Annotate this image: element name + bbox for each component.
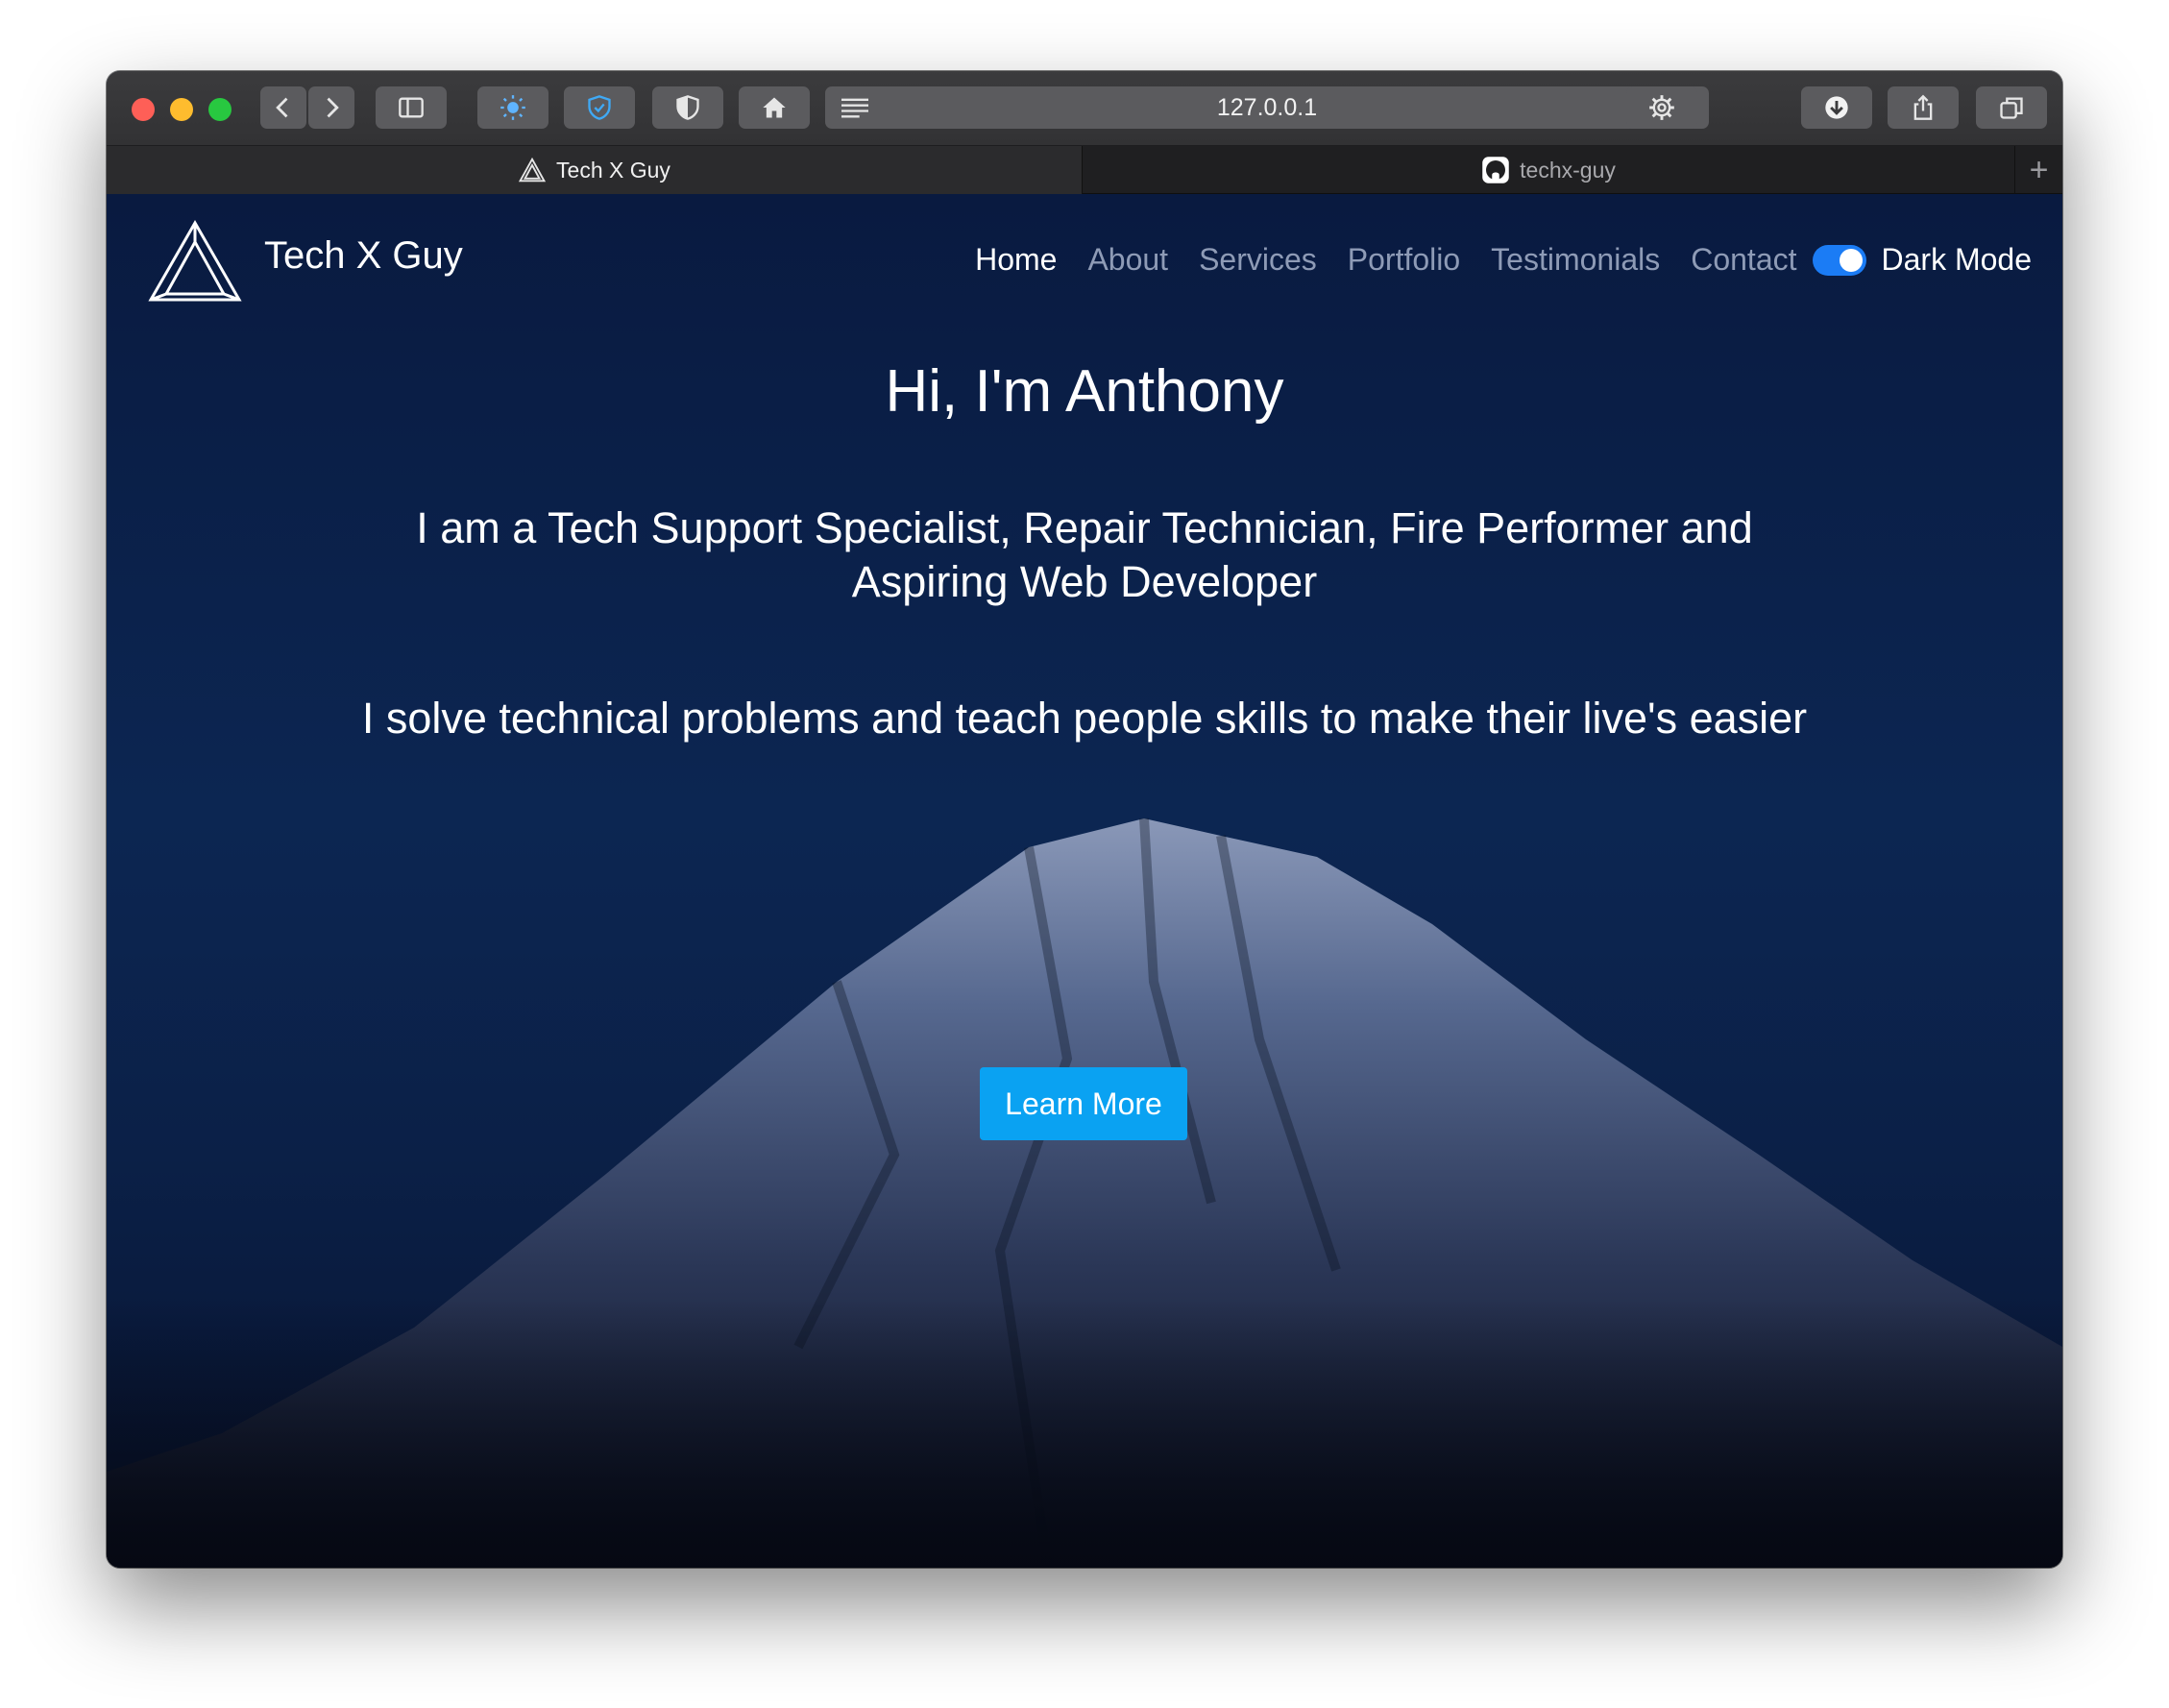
share-button[interactable] <box>1888 86 1959 129</box>
tab-bar: Tech X Guy techx-guy + <box>107 146 2062 194</box>
download-icon <box>1825 96 1848 119</box>
home-icon <box>763 97 786 118</box>
learn-more-button[interactable]: Learn More <box>980 1067 1187 1140</box>
dark-mode-toggle[interactable] <box>1812 244 1866 276</box>
sidebar-icon <box>399 97 424 118</box>
back-button[interactable] <box>260 86 306 129</box>
shield-check-icon <box>588 95 611 120</box>
dark-mode-label: Dark Mode <box>1881 242 2033 277</box>
main-nav: Home About Services Portfolio Testimonia… <box>944 242 2032 278</box>
close-window-button[interactable] <box>132 98 155 121</box>
chevron-right-icon <box>327 97 339 118</box>
nav-link-contact[interactable]: Contact <box>1691 242 1796 278</box>
share-icon <box>1913 94 1933 120</box>
tab-tech-x-guy[interactable]: Tech X Guy <box>107 146 1083 194</box>
triangle-logo-icon <box>518 157 547 183</box>
minimize-window-button[interactable] <box>170 98 193 121</box>
dark-reader-extension-button[interactable] <box>477 86 548 129</box>
tab-techx-guy[interactable]: techx-guy <box>1083 146 2014 194</box>
nav-link-testimonials[interactable]: Testimonials <box>1491 242 1660 278</box>
tabs-icon <box>2000 97 2023 119</box>
triangle-logo-icon <box>148 219 242 302</box>
settings-extension-button[interactable] <box>1626 86 1697 129</box>
reader-mode-icon[interactable] <box>839 94 871 121</box>
tab-label: Tech X Guy <box>556 157 670 183</box>
new-tab-button[interactable]: + <box>2014 146 2062 194</box>
browser-window: 127.0.0.1 Tech X Guy techx-guy + Tech X … <box>107 71 2062 1568</box>
url-text: 127.0.0.1 <box>1216 93 1318 121</box>
nav-link-home[interactable]: Home <box>975 242 1057 278</box>
home-button[interactable] <box>739 86 810 129</box>
sidebar-toggle-button[interactable] <box>376 86 447 129</box>
chevron-left-icon <box>276 97 288 118</box>
gear-icon <box>1649 95 1674 120</box>
nav-link-portfolio[interactable]: Portfolio <box>1348 242 1460 278</box>
tab-label: techx-guy <box>1520 157 1616 183</box>
toggle-knob <box>1839 248 1863 272</box>
page-viewport: Tech X Guy Home About Services Portfolio… <box>107 194 2062 1568</box>
nav-link-about[interactable]: About <box>1087 242 1168 278</box>
password-manager-extension-button[interactable] <box>564 86 635 129</box>
brand-link[interactable]: Tech X Guy <box>147 219 463 304</box>
browser-toolbar: 127.0.0.1 <box>107 71 2062 146</box>
sun-icon <box>500 95 525 120</box>
hero-title: Hi, I'm Anthony <box>885 358 1284 425</box>
downloads-button[interactable] <box>1801 86 1872 129</box>
forward-button[interactable] <box>308 86 354 129</box>
brand-name: Tech X Guy <box>264 233 463 277</box>
hero-tagline: I solve technical problems and teach peo… <box>361 694 1808 743</box>
shield-half-icon <box>676 95 699 120</box>
privacy-extension-button[interactable] <box>652 86 723 129</box>
tab-overview-button[interactable] <box>1976 86 2047 129</box>
hero-subtitle: I am a Tech Support Specialist, Repair T… <box>416 503 1753 606</box>
github-icon <box>1482 157 1509 183</box>
nav-link-services[interactable]: Services <box>1199 242 1317 278</box>
address-bar[interactable]: 127.0.0.1 <box>825 86 1709 129</box>
zoom-window-button[interactable] <box>208 98 232 121</box>
